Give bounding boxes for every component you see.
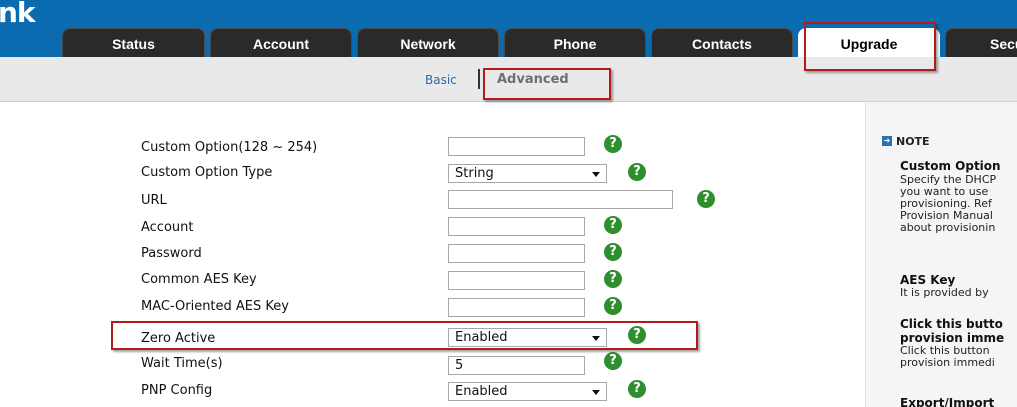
label-pnp-config: PNP Config [141,383,213,398]
pnp-config-select[interactable]: Enabled [448,382,607,401]
help-icon[interactable]: ? [697,190,715,208]
tab-network[interactable]: Network [357,28,499,57]
help-icon[interactable]: ? [628,380,646,398]
custom-option-type-select[interactable]: String [448,164,607,183]
account-input[interactable] [448,217,585,236]
chevron-down-icon [592,172,600,177]
custom-option-type-value: String [455,166,494,181]
chevron-down-icon [592,390,600,395]
help-icon[interactable]: ? [604,243,622,261]
subnav-divider [478,69,480,89]
tab-security[interactable]: Secu [945,28,1017,57]
note-title-export-import: Export/Import [900,396,995,407]
highlight-box-upgrade [804,22,936,71]
note-title-provision: provision imme [900,331,1005,345]
label-mac-oriented-aes-key: MAC-Oriented AES Key [141,299,289,314]
note-line: It is provided by [900,286,989,299]
note-title-aes-key: AES Key [900,273,956,287]
password-input[interactable] [448,244,585,263]
help-icon[interactable]: ? [604,352,622,370]
url-input[interactable] [448,190,673,209]
subnav-basic-link[interactable]: Basic [425,73,457,87]
note-title-custom-option: Custom Option [900,159,1001,173]
help-icon[interactable]: ? [604,297,622,315]
mac-oriented-aes-key-input[interactable] [448,298,585,317]
note-line: about provisionin [900,221,996,234]
tab-account[interactable]: Account [210,28,352,57]
note-panel: ➜ NOTE Custom Option Specify the DHCP you… [865,102,1017,407]
tab-status[interactable]: Status [62,28,205,57]
common-aes-key-input[interactable] [448,271,585,290]
highlight-box-advanced [483,68,611,100]
custom-option-input[interactable] [448,137,585,156]
help-icon[interactable]: ? [604,216,622,234]
label-password: Password [141,246,202,261]
label-common-aes-key: Common AES Key [141,272,257,287]
help-icon[interactable]: ? [604,270,622,288]
label-custom-option: Custom Option(128 ~ 254) [141,140,318,155]
label-wait-time: Wait Time(s) [141,356,223,371]
label-url: URL [141,193,167,208]
tab-contacts[interactable]: Contacts [651,28,793,57]
tab-phone[interactable]: Phone [504,28,646,57]
brand-logo: nk [0,0,36,29]
help-icon[interactable]: ? [628,163,646,181]
label-account: Account [141,220,194,235]
highlight-box-zero-active [111,321,698,350]
help-icon[interactable]: ? [604,135,622,153]
note-heading-text: NOTE [896,135,930,148]
arrow-right-icon: ➜ [882,136,892,146]
note-heading: ➜ NOTE [882,135,930,148]
note-line: provision immedi [900,356,995,369]
pnp-config-value: Enabled [455,384,508,399]
wait-time-input[interactable]: 5 [448,356,585,375]
label-custom-option-type: Custom Option Type [141,165,273,180]
note-title-click-button: Click this butto [900,317,1003,331]
